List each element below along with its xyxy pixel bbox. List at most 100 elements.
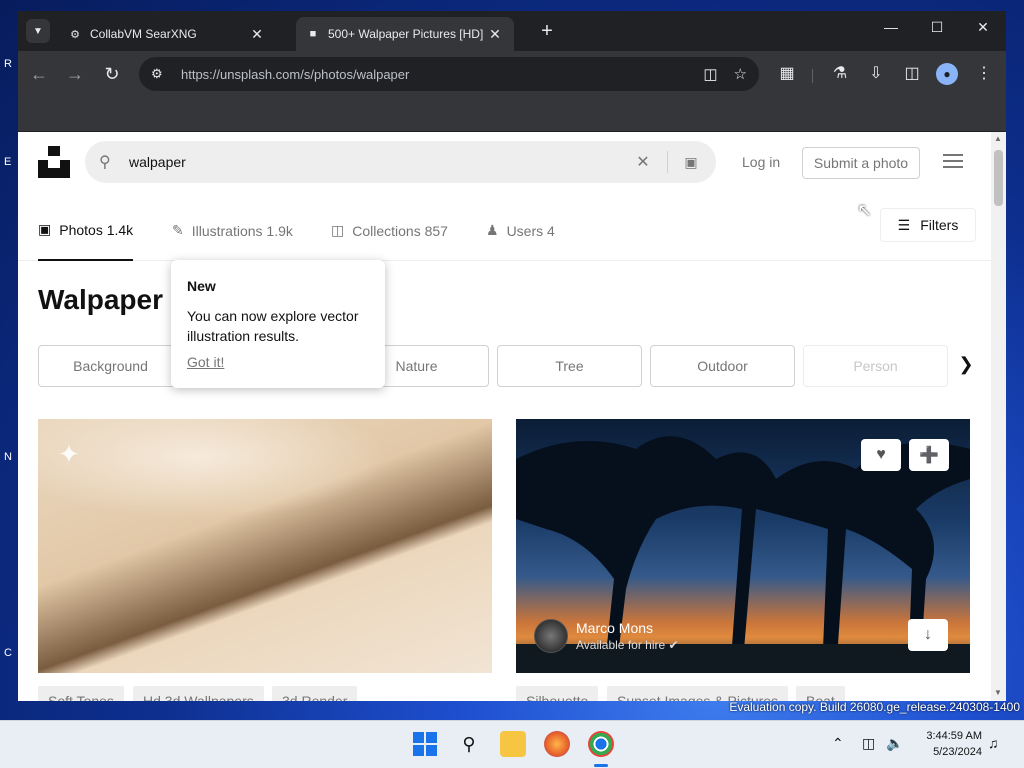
related-chip[interactable]: Tree [497, 345, 642, 387]
mouse-cursor: ↖ [857, 200, 873, 220]
related-chip[interactable]: Background [38, 345, 183, 387]
photo-card[interactable]: ♥ ➕ Marco Mons Available for hire ✔ ↓ [516, 419, 970, 673]
bookmark-star-icon[interactable]: ☆ [734, 65, 747, 83]
minimize-button[interactable]: — [868, 19, 914, 35]
menu-kebab-icon[interactable]: ⋮ [973, 63, 995, 85]
install-app-icon[interactable]: ◫ [703, 65, 717, 83]
login-link[interactable]: Log in [742, 154, 780, 170]
notification-bell-icon[interactable]: ♫ [988, 735, 999, 751]
new-feature-popover: New You can now explore vector illustrat… [171, 260, 385, 388]
tab-illustrations[interactable]: ✎ Illustrations 1.9k [172, 200, 293, 261]
tab-searxng[interactable]: ⚙ CollabVM SearXNG ✕ [58, 17, 276, 51]
download-icon[interactable]: ⇩ [865, 63, 887, 85]
maximize-button[interactable]: ☐ [914, 19, 960, 36]
availability-label: Available for hire ✔ [576, 638, 679, 652]
tab-label: Photos 1.4k [59, 221, 134, 238]
search-bar: ⚲ ✕ ▣ [85, 141, 716, 183]
labs-icon[interactable]: ⚗ [829, 63, 851, 85]
photo-tag[interactable]: Boat [796, 686, 845, 701]
person-icon: ● [943, 67, 951, 81]
like-button[interactable]: ♥ [861, 439, 901, 471]
illustration-icon: ✎ [172, 222, 184, 238]
reload-button[interactable]: ↻ [101, 63, 123, 85]
volume-icon[interactable]: 🔈 [886, 735, 903, 752]
search-icon[interactable]: ⚲ [456, 731, 482, 757]
download-button[interactable]: ↓ [908, 619, 948, 651]
photo-tag[interactable]: 3d Render [272, 686, 358, 701]
tab-users[interactable]: ♟ Users 4 [486, 200, 555, 261]
extensions-icon[interactable]: ▦ [776, 63, 798, 85]
tab-search-button[interactable]: ▼ [26, 19, 50, 43]
unsplash-logo[interactable] [38, 146, 70, 178]
author-name[interactable]: Marco Mons [576, 620, 679, 636]
add-to-collection-button[interactable]: ➕ [909, 439, 949, 471]
tab-strip: ▼ ⚙ CollabVM SearXNG ✕ ■ 500+ Walpaper P… [18, 11, 1006, 51]
photo-tag[interactable]: Silhouette [516, 686, 599, 701]
file-explorer-icon[interactable] [500, 731, 526, 757]
hamburger-menu-icon[interactable] [943, 154, 963, 168]
scrollbar-thumb[interactable] [994, 150, 1003, 206]
side-panel-icon[interactable]: ◫ [901, 63, 923, 85]
address-url[interactable]: https://unsplash.com/s/photos/walpaper [181, 67, 687, 82]
collection-icon: ◫ [331, 222, 345, 238]
profile-avatar[interactable]: ● [936, 63, 958, 85]
clock-time: 3:44:59 AM [926, 730, 982, 742]
desktop-icon-label[interactable]: N [4, 451, 18, 463]
close-icon[interactable]: ✕ [248, 26, 266, 43]
chevron-right-icon[interactable]: ❯ [958, 354, 974, 375]
photo-card[interactable]: ✦ [38, 419, 492, 673]
scroll-up-icon[interactable]: ▲ [994, 134, 1002, 143]
photo-tag[interactable]: Hd 3d Wallpapers [133, 686, 264, 701]
scroll-down-icon[interactable]: ▼ [994, 688, 1002, 697]
tab-title: CollabVM SearXNG [90, 27, 197, 41]
sparkle-icon: ✦ [58, 439, 80, 469]
address-bar[interactable]: ⚙ https://unsplash.com/s/photos/walpaper… [139, 57, 759, 91]
popover-body: You can now explore vector illustration … [187, 308, 359, 344]
avatar[interactable] [534, 619, 568, 653]
filters-label: Filters [920, 217, 959, 233]
bookmarks-bar [18, 97, 1006, 132]
related-chip[interactable]: Outdoor [650, 345, 795, 387]
tab-unsplash[interactable]: ■ 500+ Walpaper Pictures [HD] | Download… [296, 17, 514, 51]
users-icon: ♟ [486, 222, 499, 238]
desktop-icon-label[interactable]: C [4, 647, 18, 659]
firefox-icon[interactable] [544, 731, 570, 757]
photo-tag[interactable]: Sunset Images & Pictures [607, 686, 789, 701]
forward-button[interactable]: → [64, 63, 86, 85]
tab-photos[interactable]: ▣ Photos 1.4k [38, 200, 134, 261]
browser-window: ▼ ⚙ CollabVM SearXNG ✕ ■ 500+ Walpaper P… [18, 11, 1006, 701]
related-chip[interactable]: Person [803, 345, 948, 387]
photo-tag[interactable]: Soft Tones [38, 686, 124, 701]
site-info-icon[interactable]: ⚙ [151, 66, 169, 82]
search-input[interactable] [129, 154, 631, 170]
tab-label: Collections 857 [352, 222, 448, 239]
new-tab-button[interactable]: + [536, 21, 558, 41]
visual-search-icon[interactable]: ▣ [680, 154, 702, 171]
clear-icon[interactable]: ✕ [631, 152, 655, 172]
searxng-icon: ⚙ [70, 28, 80, 41]
system-clock[interactable]: 3:44:59 AM 5/23/2024 [918, 728, 982, 760]
popover-title: New [187, 278, 216, 294]
search-type-tabs: ▣ Photos 1.4k ✎ Illustrations 1.9k ◫ Col… [18, 200, 991, 261]
network-icon[interactable]: ◫ [862, 735, 875, 752]
photo-author[interactable]: Marco Mons Available for hire ✔ [534, 619, 679, 653]
desktop-icon-label[interactable]: R [4, 58, 18, 70]
start-button[interactable] [412, 731, 438, 757]
close-window-button[interactable]: ✕ [960, 19, 1006, 36]
chevron-down-icon: ▼ [33, 25, 43, 37]
close-icon[interactable]: ✕ [486, 26, 504, 43]
active-app-indicator [594, 764, 608, 767]
image-icon: ▣ [38, 221, 52, 237]
tab-collections[interactable]: ◫ Collections 857 [331, 200, 448, 261]
chrome-icon[interactable] [588, 731, 614, 757]
submit-photo-button[interactable]: Submit a photo [802, 147, 920, 179]
tab-label: Illustrations 1.9k [191, 222, 293, 239]
got-it-link[interactable]: Got it! [187, 354, 224, 370]
filters-button[interactable]: ☰ Filters [880, 208, 976, 242]
toolbar-separator [812, 69, 813, 83]
search-icon[interactable]: ⚲ [99, 152, 119, 172]
desktop-icon-label[interactable]: E [4, 156, 18, 168]
page-scrollbar[interactable]: ▲ ▼ [991, 132, 1006, 701]
back-button[interactable]: ← [28, 63, 50, 85]
chevron-up-icon[interactable]: ⌃ [832, 735, 844, 752]
